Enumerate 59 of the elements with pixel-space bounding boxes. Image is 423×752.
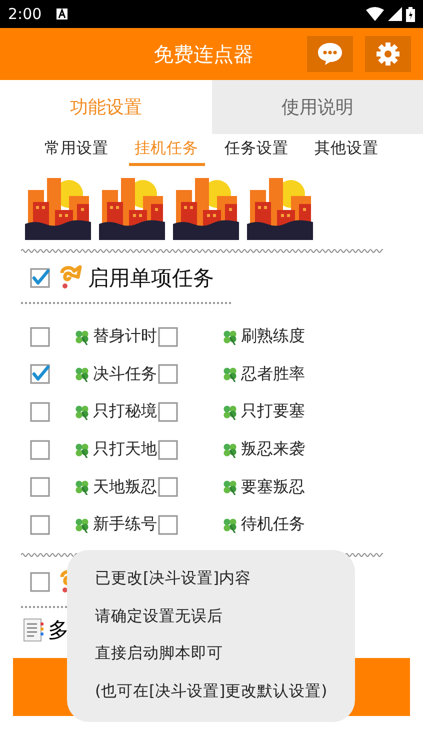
checkbox[interactable] [30, 514, 50, 535]
checkbox[interactable] [158, 440, 178, 460]
task-label: 刷熟练度 [241, 326, 305, 348]
checkbox[interactable] [30, 440, 50, 460]
checkbox[interactable] [30, 572, 50, 592]
clover-icon [74, 328, 90, 345]
task-label: 新手练号 [93, 514, 157, 536]
battery-icon [406, 6, 415, 22]
clover-icon [222, 442, 238, 458]
clover-icon [74, 366, 90, 382]
clover-icon [222, 366, 238, 382]
task-label: 只打要塞 [241, 401, 305, 422]
clover-icon [74, 404, 90, 420]
clover-icon [222, 479, 238, 496]
checkbox[interactable] [30, 326, 50, 347]
toast-text: 直接启动脚本即可 [95, 643, 223, 664]
tab[interactable]: 使用说明 [212, 80, 423, 134]
wifi-icon [366, 7, 384, 21]
toast-text: (也可在[决斗设置]更改默认设置) [95, 680, 328, 702]
clover-icon [222, 328, 238, 345]
clover-icon [222, 516, 238, 533]
clover-icon [74, 479, 90, 496]
document-icon [22, 618, 46, 642]
checkbox[interactable] [30, 268, 50, 288]
section-label: 多 [48, 616, 69, 644]
checkbox[interactable] [158, 402, 178, 422]
task-label: 替身计时 [93, 326, 157, 348]
status-time: 2:00 [8, 5, 42, 23]
task-label: 待机任务 [241, 514, 305, 536]
checkbox[interactable] [158, 364, 178, 384]
task-label: 决斗任务 [93, 364, 157, 385]
task-label: 只打天地 [93, 439, 157, 460]
tab[interactable]: 其他设置 [308, 134, 384, 166]
checkbox[interactable] [158, 477, 178, 498]
section-title: 启用单项任务 [88, 265, 214, 292]
toast-text: 已更改[决斗设置]内容 [95, 568, 252, 589]
checkbox[interactable] [158, 514, 178, 535]
notification-icon [56, 8, 68, 20]
task-label: 忍者胜率 [241, 364, 305, 385]
chat-button[interactable] [307, 36, 353, 72]
app-title: 免费连点器 [152, 40, 254, 68]
tab[interactable]: 常用设置 [38, 134, 114, 166]
settings-button[interactable] [365, 36, 411, 72]
task-label: 叛忍来袭 [241, 439, 305, 460]
speech-bubble-icon [317, 42, 343, 66]
checkbox[interactable] [158, 326, 178, 347]
task-label: 天地叛忍 [93, 476, 157, 498]
signal-icon [388, 7, 402, 21]
checkbox[interactable] [30, 402, 50, 422]
clover-icon [74, 516, 90, 533]
clover-icon [222, 404, 238, 420]
tab[interactable]: 任务设置 [218, 134, 294, 166]
toast-text: 请确定设置无误后 [95, 606, 223, 626]
task-label: 要塞叛忍 [241, 476, 305, 498]
checkbox[interactable] [30, 364, 50, 384]
clover-icon [74, 442, 90, 458]
settings-icon [376, 42, 400, 66]
checkbox[interactable] [30, 477, 50, 498]
task-label: 只打秘境 [93, 401, 157, 422]
